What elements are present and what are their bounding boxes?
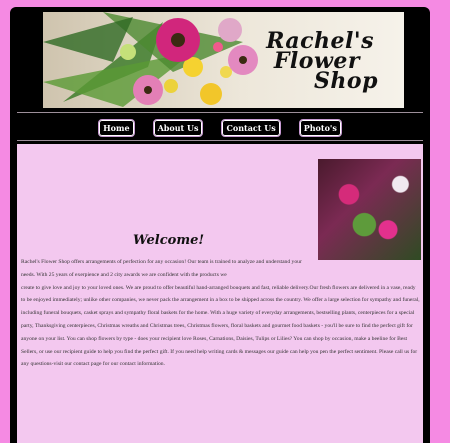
bottom-divider: [17, 140, 423, 141]
logo-text-line3: Shop: [314, 68, 378, 94]
welcome-heading: Welcome!: [133, 233, 205, 248]
intro-paragraph: Rachel's Flower Shop offers arrangements…: [21, 256, 421, 371]
nav-contact-button[interactable]: Contact Us: [221, 119, 281, 137]
nav-home-button[interactable]: Home: [98, 119, 135, 137]
nav-about-button[interactable]: About Us: [152, 119, 204, 137]
page-frame: Rachel's Flower Shop Home About Us Conta…: [10, 7, 430, 443]
content-area: Welcome! Rachel's Flower Shop offers arr…: [17, 144, 423, 443]
top-divider: [17, 112, 423, 113]
intro-text-narrow: Rachel's Flower Shop offers arrangements…: [21, 259, 302, 278]
flower-arrangement-photo: [318, 159, 421, 260]
main-nav: Home About Us Contact Us Photo's: [10, 119, 430, 137]
header-banner: Rachel's Flower Shop: [43, 12, 404, 108]
intro-text-wide: create to give love and joy to your love…: [21, 284, 420, 368]
nav-photos-button[interactable]: Photo's: [298, 119, 342, 137]
